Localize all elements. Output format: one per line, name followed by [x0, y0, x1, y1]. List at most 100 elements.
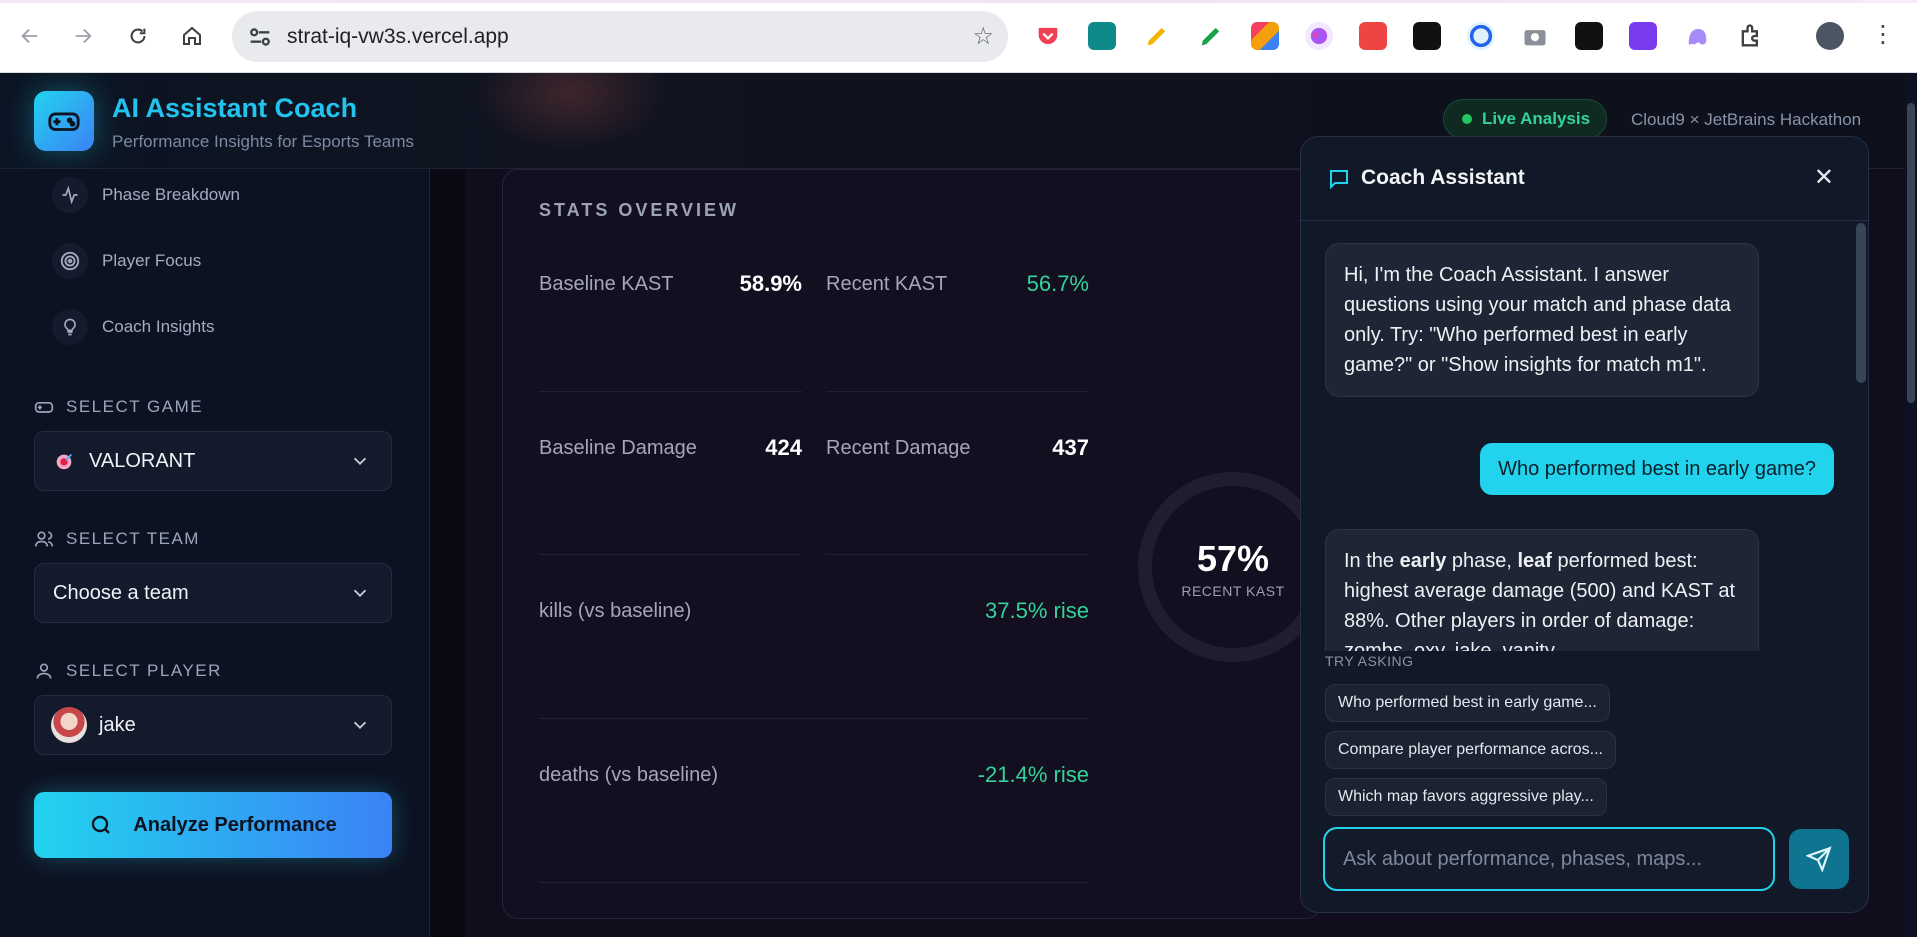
send-button[interactable] [1789, 829, 1849, 889]
recent-kast-percent: 57% [1196, 538, 1270, 579]
video-extension-icon[interactable] [1359, 22, 1387, 50]
chevron-down-icon [353, 721, 367, 730]
home-icon[interactable] [176, 20, 208, 52]
sidebar-item-label: Phase Breakdown [102, 185, 240, 204]
pen-tool-extension-icon[interactable] [1413, 22, 1441, 50]
gamepad-icon [34, 91, 94, 151]
sidebar-item-coach-insights[interactable]: Coach Insights [52, 309, 214, 345]
select-player-label: SELECT PLAYER [34, 661, 222, 681]
baseline-kast-value: 58.9% [739, 271, 802, 296]
site-settings-icon[interactable] [246, 23, 274, 51]
sidebar-item-label: Player Focus [102, 251, 202, 270]
lightbulb-icon [52, 309, 88, 345]
analyze-performance-button[interactable]: Analyze Performance [34, 792, 392, 858]
select-game-label-text: SELECT GAME [66, 397, 204, 416]
sidebar-item-label: Coach Insights [102, 317, 215, 336]
page-scrollbar[interactable] [1905, 73, 1917, 937]
users-icon [34, 531, 54, 547]
divider [826, 554, 1089, 555]
recent-damage-value: 437 [1052, 435, 1089, 460]
reply-text: In the [1344, 550, 1400, 572]
reply-bold-phase: early [1399, 550, 1447, 572]
message-square-icon [1330, 170, 1348, 190]
assistant-message: Hi, I'm the Coach Assistant. I answer qu… [1325, 243, 1759, 397]
network-extension-icon[interactable] [1088, 22, 1116, 50]
highlighter-extension-icon[interactable] [1143, 22, 1171, 50]
select-player-label-text: SELECT PLAYER [66, 661, 222, 680]
pocket-extension-icon[interactable] [1034, 22, 1062, 50]
send-icon [1806, 846, 1832, 872]
reply-bold-player: leaf [1517, 550, 1552, 572]
divider [539, 554, 802, 555]
ghost-extension-icon[interactable] [1683, 22, 1711, 50]
select-team-label-text: SELECT TEAM [66, 529, 200, 548]
pen-extension-icon[interactable] [1197, 22, 1225, 50]
chat-scrollbar[interactable] [1856, 223, 1866, 383]
analyze-button-label: Analyze Performance [133, 813, 337, 836]
try-asking-label: TRY ASKING [1325, 653, 1414, 669]
page-scrollbar-thumb[interactable] [1907, 103, 1915, 403]
select-game-label: SELECT GAME [34, 397, 203, 417]
reply-text: phase, [1446, 550, 1518, 572]
suggestion-chip[interactable]: Compare player performance acros... [1325, 731, 1616, 769]
recent-kast-value: 56.7% [1026, 271, 1089, 296]
chat-input[interactable] [1323, 827, 1775, 891]
baseline-damage-label: Baseline Damage [539, 437, 697, 459]
chat-header: Coach Assistant ✕ [1301, 137, 1868, 221]
extensions-puzzle-icon[interactable] [1737, 22, 1765, 50]
close-icon[interactable]: ✕ [1814, 163, 1834, 191]
gamepad-small-icon [34, 402, 54, 413]
sidebar-item-phase-breakdown[interactable]: Phase Breakdown [52, 177, 240, 213]
forward-icon[interactable] [67, 20, 99, 52]
deaths-vs-baseline-label: deaths (vs baseline) [539, 764, 718, 786]
game-select[interactable]: VALORANT [34, 431, 392, 491]
sidebar: Phase Breakdown Player Focus Coach Insig… [0, 169, 430, 937]
app-title: AI Assistant Coach [112, 93, 358, 123]
activity-icon [52, 177, 88, 213]
baseline-damage-value: 424 [765, 435, 802, 460]
divider [539, 391, 802, 392]
suggestion-chip[interactable]: Which map favors aggressive play... [1325, 778, 1607, 816]
tab-strip-edge [0, 0, 1917, 3]
valorant-game-icon [53, 450, 75, 472]
baseline-kast-label: Baseline KAST [539, 273, 674, 295]
live-dot-icon [1462, 114, 1472, 124]
divider [826, 391, 1089, 392]
camera-extension-icon[interactable] [1521, 22, 1549, 50]
suggestion-chip[interactable]: Who performed best in early game... [1325, 684, 1610, 722]
team-select[interactable]: Choose a team [34, 563, 392, 623]
assistant-message: In the early phase, leaf performed best:… [1325, 529, 1759, 651]
recent-damage-label: Recent Damage [826, 437, 971, 459]
game-select-value: VALORANT [89, 449, 196, 472]
app-subtitle: Performance Insights for Esports Teams [112, 132, 415, 151]
player-select[interactable]: jake [34, 695, 392, 755]
bookmark-star-icon[interactable]: ☆ [972, 22, 994, 50]
deaths-vs-baseline-value: -21.4% rise [977, 762, 1089, 787]
recent-kast-label: Recent KAST [826, 273, 948, 295]
kills-vs-baseline-label: kills (vs baseline) [539, 600, 692, 622]
chat-messages: Hi, I'm the Coach Assistant. I answer qu… [1301, 221, 1868, 651]
browser-chrome: strat-iq-vw3s.vercel.app ☆ ⋮ [0, 0, 1917, 73]
edge-extension-icon[interactable] [1467, 22, 1495, 50]
chevron-down-icon [353, 589, 367, 598]
user-message: Who performed best in early game? [1480, 443, 1834, 495]
live-analysis-badge: Live Analysis [1443, 99, 1607, 139]
divider [539, 718, 1089, 719]
select-team-label: SELECT TEAM [34, 529, 200, 549]
address-bar[interactable]: strat-iq-vw3s.vercel.app ☆ [232, 11, 1008, 62]
event-label: Cloud9 × JetBrains Hackathon [1631, 110, 1862, 129]
back-icon[interactable] [14, 20, 46, 52]
url-text[interactable]: strat-iq-vw3s.vercel.app [287, 25, 509, 49]
coach-assistant-panel: Coach Assistant ✕ Hi, I'm the Coach Assi… [1300, 136, 1869, 913]
target-icon [52, 243, 88, 279]
color-grid-extension-icon[interactable] [1251, 22, 1279, 50]
brain-extension-icon[interactable] [1305, 22, 1333, 50]
reload-icon[interactable] [122, 20, 154, 52]
profile-avatar[interactable] [1816, 22, 1844, 50]
menu-icon[interactable]: ⋮ [1871, 20, 1895, 48]
perplexity-extension-icon[interactable] [1575, 22, 1603, 50]
kills-vs-baseline-value: 37.5% rise [985, 598, 1089, 623]
sidebar-item-player-focus[interactable]: Player Focus [52, 243, 201, 279]
purple-extension-icon[interactable] [1629, 22, 1657, 50]
divider [539, 882, 1089, 883]
